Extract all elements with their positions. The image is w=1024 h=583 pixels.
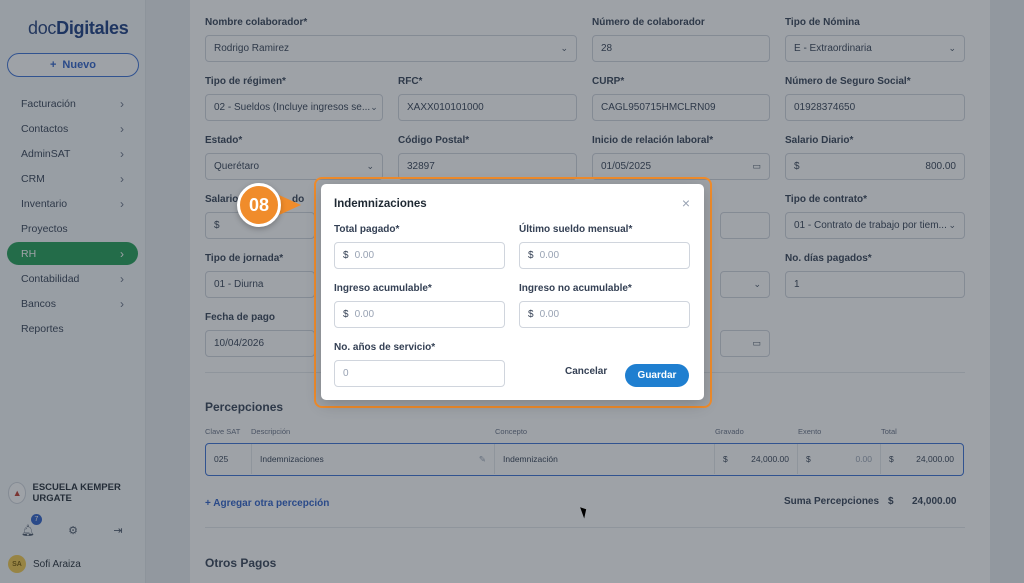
step-badge: 08 (237, 183, 281, 227)
cancel-button[interactable]: Cancelar (565, 366, 607, 377)
ingreso-no-acumulable-field: Ingreso no acumulable* $0.00 (519, 283, 690, 328)
ingreso-acumulable-field: Ingreso acumulable* $0.00 (334, 283, 505, 328)
modal-title: Indemnizaciones (334, 198, 427, 210)
total-pagado-field: Total pagado* $0.00 (334, 224, 505, 269)
total-pagado-input[interactable]: $0.00 (334, 242, 505, 269)
ultimo-sueldo-input[interactable]: $0.00 (519, 242, 690, 269)
step-arrow-icon (279, 195, 301, 215)
ultimo-sueldo-field: Último sueldo mensual* $0.00 (519, 224, 690, 269)
save-button[interactable]: Guardar (625, 364, 689, 387)
ingreso-acumulable-input[interactable]: $0.00 (334, 301, 505, 328)
close-icon[interactable]: × (682, 195, 690, 211)
anios-servicio-field: No. años de servicio* 0 (334, 342, 505, 387)
anios-servicio-input[interactable]: 0 (334, 360, 505, 387)
ingreso-no-acumulable-input[interactable]: $0.00 (519, 301, 690, 328)
indemnizaciones-modal: Indemnizaciones × Total pagado* $0.00 Úl… (321, 184, 704, 400)
